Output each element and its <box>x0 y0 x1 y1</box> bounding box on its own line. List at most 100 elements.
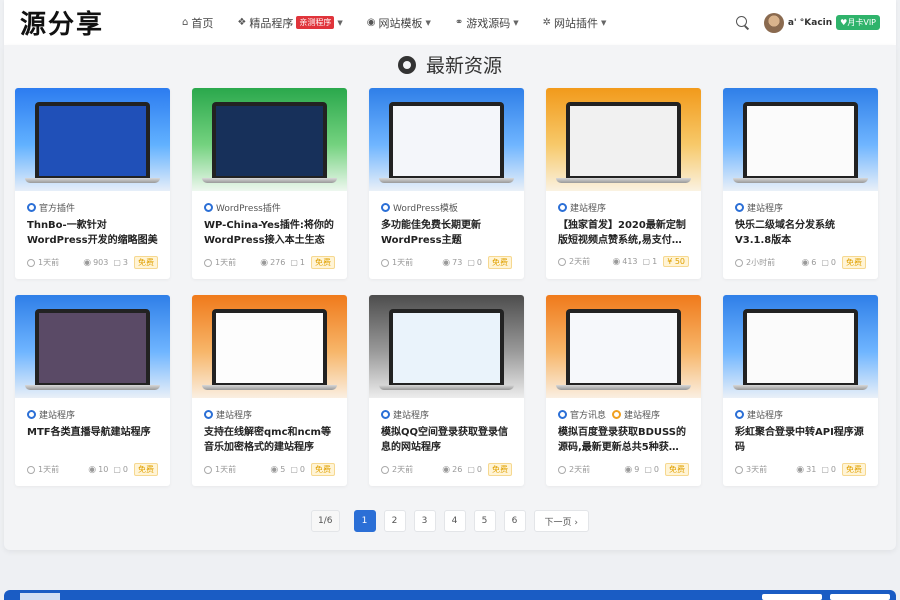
nav-item-label: 网站插件 <box>554 16 599 30</box>
card-meta: 2天前 ◉ 9 ▢ 0 免费 <box>558 463 689 476</box>
price-badge: 免费 <box>842 463 866 476</box>
laptop-base <box>25 178 160 183</box>
nav-item-4[interactable]: ✲ 网站插件 ▼ <box>543 15 607 31</box>
card-title[interactable]: 【独家首发】2020最新定制版短视频点赞系统,易支付… <box>558 218 689 248</box>
eye-icon: ◉ <box>442 464 451 475</box>
page-button-5[interactable]: 5 <box>473 510 496 532</box>
resource-card[interactable]: 建站程序 快乐二级域名分发系统V3.1.8版本 2小时前 ◉ 6 ▢ 0 免费 <box>723 88 878 279</box>
category-label[interactable]: WordPress插件 <box>216 201 281 214</box>
site-logo[interactable]: 源分享 <box>20 4 160 41</box>
category-label[interactable]: 建站程序 <box>393 408 429 421</box>
category-icon <box>558 202 567 212</box>
card-comments: 0 <box>476 465 482 474</box>
card-title[interactable]: 模拟QQ空间登录获取登录信息的网站程序 <box>381 425 512 455</box>
card-thumbnail[interactable] <box>723 295 878 398</box>
resource-card[interactable]: 建站程序 MTF各类直播导航建站程序 1天前 ◉ 10 ▢ 0 免费 <box>15 295 170 486</box>
category-label[interactable]: 建站程序 <box>39 408 75 421</box>
card-views: 73 <box>452 258 463 267</box>
card-title[interactable]: WP-China-Yes插件:将你的WordPress接入本土生态体… <box>204 218 335 248</box>
card-title[interactable]: 彩虹聚合登录中转API程序源码 <box>735 425 866 455</box>
laptop-image <box>566 309 681 387</box>
category-label[interactable]: 官方讯息 <box>570 408 606 421</box>
comment-icon: ▢ <box>290 465 298 474</box>
price-badge: 免费 <box>134 256 158 269</box>
category-label[interactable]: 建站程序 <box>216 408 252 421</box>
resource-card[interactable]: 建站程序 模拟QQ空间登录获取登录信息的网站程序 2天前 ◉ 26 ▢ 0 免费 <box>369 295 524 486</box>
nav-item-label: 精品程序 <box>249 16 294 30</box>
category-icon <box>27 409 36 419</box>
card-thumbnail[interactable] <box>192 88 347 191</box>
page-button-4[interactable]: 4 <box>443 510 466 532</box>
footer-button-1[interactable] <box>762 594 822 600</box>
card-title[interactable]: 模拟百度登录获取BDUSS的源码,最新更新总共5种获… <box>558 425 689 455</box>
eye-icon: ◉ <box>801 257 810 268</box>
card-title[interactable]: MTF各类直播导航建站程序 <box>27 425 158 455</box>
card-body: 建站程序 【独家首发】2020最新定制版短视频点赞系统,易支付… 2天前 ◉ 413 ▢ 1… <box>546 191 701 267</box>
card-views: 6 <box>811 258 817 267</box>
next-section-strip <box>4 590 896 600</box>
page-button-1[interactable]: 1 <box>353 510 376 532</box>
card-thumbnail[interactable] <box>369 295 524 398</box>
clock-icon <box>381 465 389 474</box>
footer-button-2[interactable] <box>830 594 890 600</box>
nav-item-3[interactable]: ⚭ 游戏源码 ▼ <box>455 15 519 31</box>
card-title[interactable]: 多功能佳免费长期更新WordPress主题CorePressv1.8… <box>381 218 512 248</box>
card-category: 官方讯息 建站程序 <box>558 408 689 421</box>
card-comments: 0 <box>830 465 836 474</box>
card-body: 官方插件 ThnBo-一款针对WordPress开发的缩略图美化插件,为广… 1天前… <box>15 191 170 269</box>
card-category: WordPress插件 <box>204 201 335 214</box>
avatar[interactable] <box>763 12 784 33</box>
laptop-base <box>733 178 868 183</box>
clock-icon <box>27 258 35 267</box>
category-label[interactable]: 建站程序 <box>747 201 783 214</box>
card-thumbnail[interactable] <box>546 88 701 191</box>
resource-card[interactable]: 建站程序 彩虹聚合登录中转API程序源码 3天前 ◉ 31 ▢ 0 免费 <box>723 295 878 486</box>
laptop-image <box>389 309 504 387</box>
nav-item-1[interactable]: ❖ 精品程序 亲测程序 ▼ <box>237 15 343 31</box>
nav-item-label: 首页 <box>191 16 214 30</box>
resource-grid: 官方插件 ThnBo-一款针对WordPress开发的缩略图美化插件,为广… 1天前… <box>15 88 879 486</box>
resource-card[interactable]: 官方讯息 建站程序模拟百度登录获取BDUSS的源码,最新更新总共5种获… 2天前 ◉ 9… <box>546 295 701 486</box>
card-thumbnail[interactable] <box>723 88 878 191</box>
card-title[interactable]: ThnBo-一款针对WordPress开发的缩略图美化插件,为广… <box>27 218 158 248</box>
category-label[interactable]: 官方插件 <box>39 201 75 214</box>
clock-icon <box>735 258 743 267</box>
page-button-2[interactable]: 2 <box>383 510 406 532</box>
card-views: 9 <box>634 465 640 474</box>
card-category: 官方插件 <box>27 201 158 214</box>
resource-card[interactable]: 建站程序 支持在线解密qmc和ncm等音乐加密格式的建站程序 1天前 ◉ 5 ▢ 0 免费 <box>192 295 347 486</box>
laptop-base <box>733 385 868 390</box>
price-badge: 免费 <box>842 256 866 269</box>
page-button-6[interactable]: 6 <box>503 510 526 532</box>
card-thumbnail[interactable] <box>15 88 170 191</box>
pagination: 1/6 1 2 3 4 5 6 下一页 › <box>4 510 896 532</box>
laptop-screen <box>393 106 500 176</box>
card-thumbnail[interactable] <box>15 295 170 398</box>
resource-card[interactable]: WordPress插件 WP-China-Yes插件:将你的WordPress接入… <box>192 88 347 279</box>
card-title[interactable]: 支持在线解密qmc和ncm等音乐加密格式的建站程序 <box>204 425 335 455</box>
next-page-button[interactable]: 下一页 › <box>533 510 589 532</box>
card-comments: 0 <box>653 465 659 474</box>
resource-card[interactable]: WordPress模板多功能佳免费长期更新WordPress主题CorePres… <box>369 88 524 279</box>
card-title[interactable]: 快乐二级域名分发系统V3.1.8版本 <box>735 218 866 248</box>
card-body: 官方讯息 建站程序模拟百度登录获取BDUSS的源码,最新更新总共5种获… 2天前 ◉ 9… <box>546 398 701 476</box>
main-nav: ⌂ 首页 ❖ 精品程序 亲测程序 ▼ ◉ 网站模板 ▼ ⚭ 游戏源码 ▼ ✲ 网站插件 ▼ <box>182 0 630 45</box>
resource-card[interactable]: 建站程序 【独家首发】2020最新定制版短视频点赞系统,易支付… 2天前 ◉ 413 ▢ 1… <box>546 88 701 279</box>
nav-item-2[interactable]: ◉ 网站模板 ▼ <box>367 15 431 31</box>
search-icon[interactable] <box>735 15 750 30</box>
resource-card[interactable]: 官方插件 ThnBo-一款针对WordPress开发的缩略图美化插件,为广… 1天前… <box>15 88 170 279</box>
card-thumbnail[interactable] <box>192 295 347 398</box>
username[interactable]: a' °Kacin <box>788 18 832 28</box>
card-thumbnail[interactable] <box>546 295 701 398</box>
card-comments: 0 <box>122 465 128 474</box>
category-label-2[interactable]: 建站程序 <box>624 408 660 421</box>
chevron-down-icon: ▼ <box>425 18 431 27</box>
page-button-3[interactable]: 3 <box>413 510 436 532</box>
category-label[interactable]: 建站程序 <box>747 408 783 421</box>
card-thumbnail[interactable] <box>369 88 524 191</box>
category-label[interactable]: 建站程序 <box>570 201 606 214</box>
nav-item-0[interactable]: ⌂ 首页 <box>182 15 213 31</box>
category-label[interactable]: WordPress模板 <box>393 201 458 214</box>
aperture-icon <box>397 55 416 74</box>
card-category: 建站程序 <box>558 201 689 214</box>
